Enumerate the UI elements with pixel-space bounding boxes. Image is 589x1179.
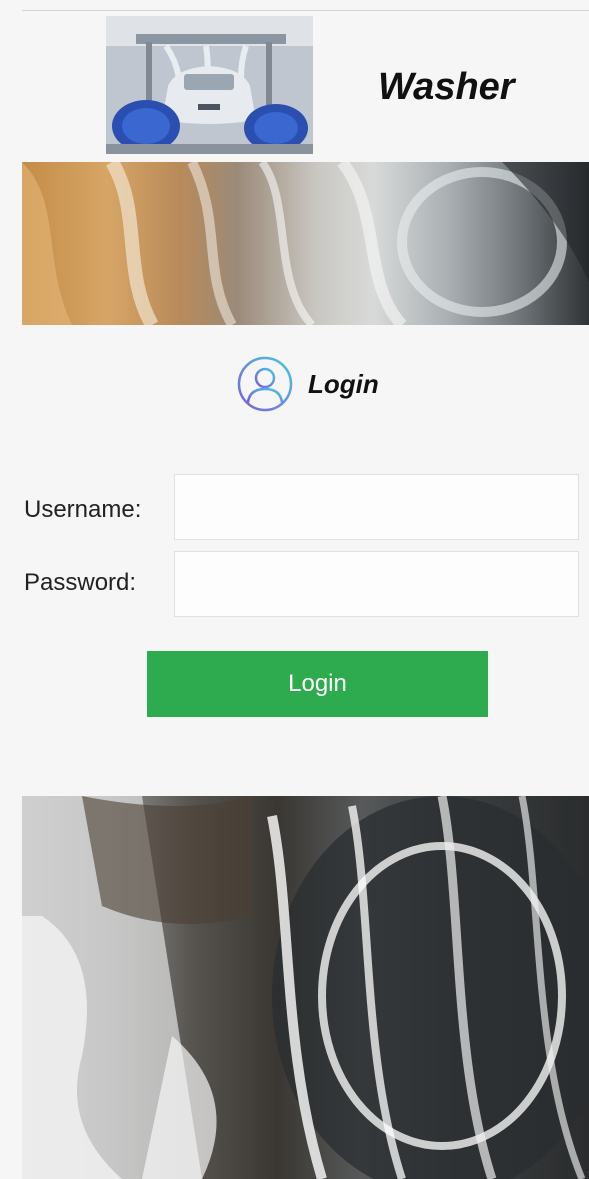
car-wash-logo-image — [106, 16, 313, 154]
car-foam-banner-bottom — [22, 796, 589, 1179]
login-button[interactable]: Login — [147, 651, 488, 717]
username-label: Username: — [24, 496, 142, 523]
login-header: Login — [236, 356, 379, 412]
password-label: Password: — [24, 569, 137, 596]
top-divider — [22, 10, 589, 11]
password-input[interactable] — [174, 551, 579, 617]
app-title: Washer — [378, 66, 515, 108]
username-input[interactable] — [174, 474, 579, 540]
user-circle-icon — [237, 356, 293, 412]
login-title: Login — [308, 368, 379, 399]
car-foam-banner-top — [22, 162, 589, 325]
